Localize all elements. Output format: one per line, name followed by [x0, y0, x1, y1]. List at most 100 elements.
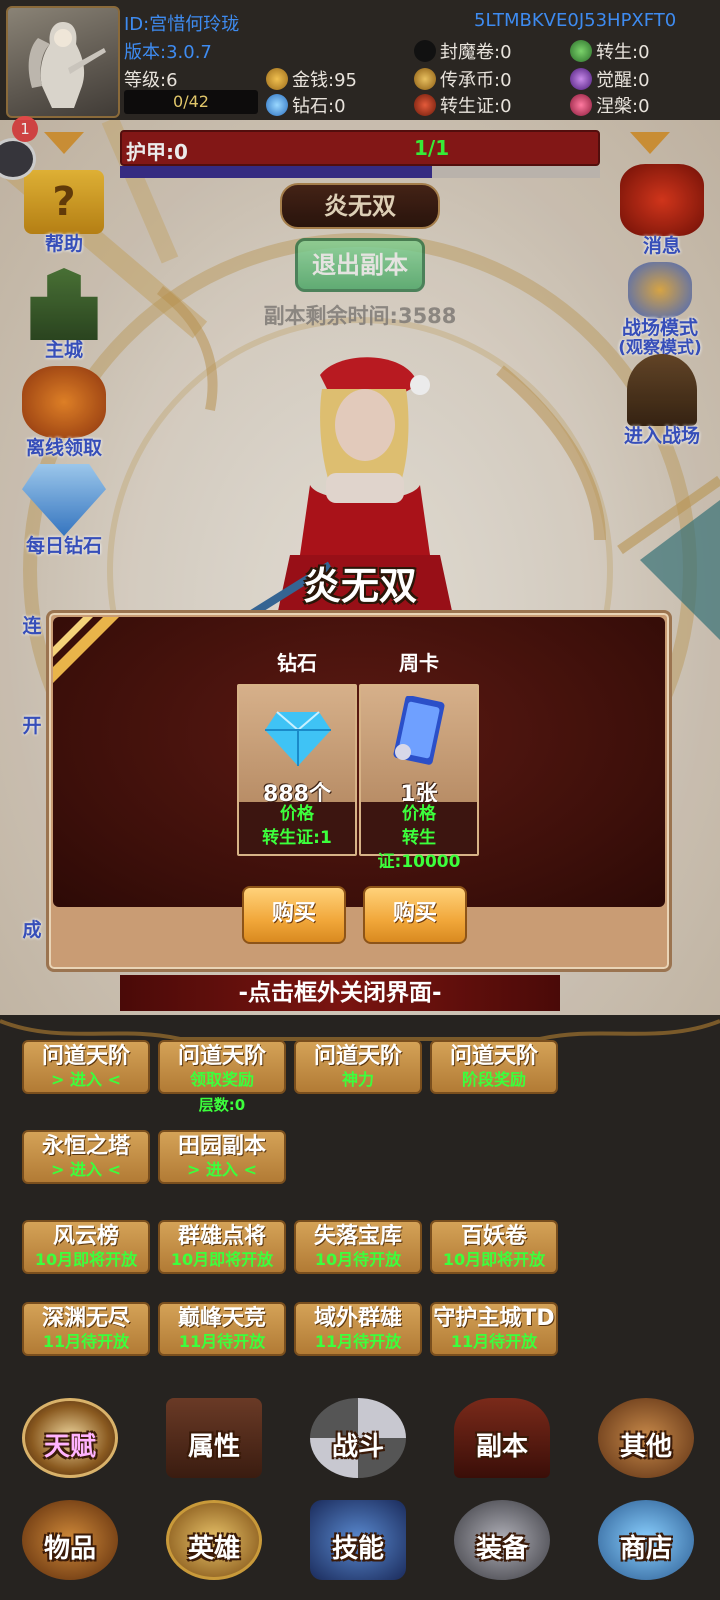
- feature-name: 永恒之塔: [41, 1134, 130, 1159]
- nav-skills[interactable]: 技能: [298, 1500, 418, 1600]
- feature-name: 问道天阶: [41, 1044, 130, 1069]
- modal-title: 炎无双: [302, 564, 417, 608]
- feature-sub: 10月即将开放: [442, 1250, 546, 1269]
- corner-stripe-icon: [53, 617, 119, 683]
- hero-portrait-icon: [28, 22, 106, 108]
- feature-sub: 领取奖励: [189, 1070, 254, 1089]
- nav-talent[interactable]: 天赋: [10, 1398, 130, 1498]
- seal-scroll-count: 封魔卷:0: [440, 42, 512, 63]
- gold-coin-icon: [266, 68, 288, 90]
- status-bar: ID:宫惜何玲珑 5LTMBKVE0J53HPXFT0 版本:3.0.7 封魔卷…: [0, 0, 720, 124]
- price-label: 价格: [280, 804, 314, 824]
- feature-peak-arena[interactable]: 巅峰天竞 11月待开放: [158, 1302, 286, 1356]
- feature-name: 风云榜: [52, 1224, 119, 1249]
- rebirth-icon: [570, 40, 592, 62]
- feature-heroes-draft[interactable]: 群雄点将 10月即将开放: [158, 1220, 286, 1274]
- xp-bar: 0/42: [124, 90, 258, 114]
- feature-name: 问道天阶: [313, 1044, 402, 1069]
- feature-lost-vault[interactable]: 失落宝库 10月待开放: [294, 1220, 422, 1274]
- nav-label: 天赋: [43, 1432, 96, 1462]
- feature-name: 田园副本: [177, 1134, 266, 1159]
- shop-item-diamond: 钻石 888个 价格 转生证:1: [237, 647, 357, 856]
- feature-name: 问道天阶: [449, 1044, 538, 1069]
- rebirth-cert-icon: [414, 94, 436, 116]
- feature-city-defense-td[interactable]: 守护主城TD 11月待开放: [430, 1302, 558, 1356]
- nav-label: 战斗: [331, 1432, 384, 1462]
- feature-ascend-enter[interactable]: 问道天阶 > 进入 <: [22, 1040, 150, 1094]
- close-hint: -点击框外关闭界面-: [120, 975, 560, 1011]
- price-label: 价格: [402, 804, 436, 824]
- awaken-icon: [570, 68, 592, 90]
- feature-name: 问道天阶: [177, 1044, 266, 1069]
- diamond-count: 钻石:0: [292, 96, 346, 117]
- item-card: 888个 价格 转生证:1: [237, 684, 357, 856]
- feature-name: 失落宝库: [313, 1224, 402, 1249]
- nav-other[interactable]: 其他: [586, 1398, 706, 1498]
- item-category: 钻石: [277, 651, 317, 675]
- diamond-icon: [266, 94, 288, 116]
- version-text: 版本:3.0.7: [124, 42, 212, 63]
- rebirth-cert-count: 转生证:0: [440, 96, 512, 117]
- feature-ascend-power[interactable]: 问道天阶 神力: [294, 1040, 422, 1094]
- nav-label: 属性: [187, 1432, 240, 1462]
- feature-sub: > 进入 <: [51, 1160, 121, 1179]
- nav-battle[interactable]: 战斗: [298, 1398, 418, 1498]
- feature-outer-heroes[interactable]: 域外群雄 11月待开放: [294, 1302, 422, 1356]
- nav-label: 装备: [475, 1534, 528, 1564]
- feature-eternal-tower[interactable]: 永恒之塔 > 进入 <: [22, 1130, 150, 1184]
- feature-name: 百妖卷: [460, 1224, 527, 1249]
- feature-ascend-reward[interactable]: 问道天阶 领取奖励: [158, 1040, 286, 1094]
- feature-sub: 11月待开放: [178, 1332, 266, 1351]
- feature-sub: > 进入 <: [187, 1160, 257, 1179]
- modal-inner-panel: 钻石 888个 价格 转生证:1 周卡 1张 价格 转生证:10000: [53, 617, 665, 907]
- gold-count: 金钱:95: [292, 70, 357, 91]
- feature-sub: 11月待开放: [42, 1332, 130, 1351]
- feature-sub: 10月即将开放: [34, 1250, 138, 1269]
- nav-dungeon[interactable]: 副本: [442, 1398, 562, 1498]
- weekly-card-icon: [393, 696, 445, 765]
- feature-name: 群雄点将: [177, 1224, 266, 1249]
- level-text: 等级:6: [124, 70, 178, 91]
- nav-attributes[interactable]: 属性: [154, 1398, 274, 1498]
- feature-name: 守护主城TD: [433, 1306, 555, 1331]
- player-code: 5LTMBKVE0J53HPXFT0: [474, 10, 677, 31]
- item-card: 1张 价格 转生证:10000: [359, 684, 479, 872]
- feature-sub: 10月即将开放: [170, 1250, 274, 1269]
- nav-label: 英雄: [187, 1534, 240, 1564]
- shop-item-weekly-card: 周卡 1张 价格 转生证:10000: [359, 647, 479, 872]
- item-category: 周卡: [399, 651, 439, 675]
- feature-sub: 神力: [341, 1070, 374, 1089]
- price-value: 转生证:10000: [377, 828, 461, 872]
- legacy-coin-icon: [414, 68, 436, 90]
- shop-modal: 钻石 888个 价格 转生证:1 周卡 1张 价格 转生证:10000 购买 购…: [46, 610, 672, 972]
- feature-hundred-demons[interactable]: 百妖卷 10月即将开放: [430, 1220, 558, 1274]
- feature-name: 巅峰天竞: [177, 1306, 266, 1331]
- diamond-icon: [265, 711, 331, 766]
- nav-label: 其他: [619, 1432, 672, 1462]
- seal-scroll-icon: [414, 40, 436, 62]
- xp-text: 0/42: [173, 92, 209, 111]
- nav-label: 副本: [475, 1432, 528, 1462]
- item-price-box: 价格 转生证:10000: [361, 802, 477, 872]
- feature-abyss-endless[interactable]: 深渊无尽 11月待开放: [22, 1302, 150, 1356]
- feature-sub: 阶段奖励: [461, 1070, 526, 1089]
- feature-ranking[interactable]: 风云榜 10月即将开放: [22, 1220, 150, 1274]
- nav-items[interactable]: 物品: [10, 1500, 130, 1600]
- item-price-box: 价格 转生证:1: [239, 802, 355, 854]
- feature-farm-dungeon[interactable]: 田园副本 > 进入 <: [158, 1130, 286, 1184]
- floor-count: 层数:0: [198, 1096, 246, 1114]
- nav-label: 商店: [619, 1534, 672, 1564]
- nav-equipment[interactable]: 装备: [442, 1500, 562, 1600]
- nav-shop[interactable]: 商店: [586, 1500, 706, 1600]
- nirvana-icon: [570, 94, 592, 116]
- feature-sub: > 进入 <: [51, 1070, 121, 1089]
- feature-ascend-stage-reward[interactable]: 问道天阶 阶段奖励: [430, 1040, 558, 1094]
- nav-heroes[interactable]: 英雄: [154, 1500, 274, 1600]
- buy-diamond-button[interactable]: 购买: [242, 886, 346, 944]
- avatar[interactable]: [6, 6, 120, 118]
- buy-weekly-card-button[interactable]: 购买: [363, 886, 467, 944]
- legacy-coin-count: 传承币:0: [440, 70, 512, 91]
- feature-name: 域外群雄: [313, 1306, 402, 1331]
- price-value: 转生证:1: [262, 828, 332, 848]
- feature-sub: 10月待开放: [314, 1250, 402, 1269]
